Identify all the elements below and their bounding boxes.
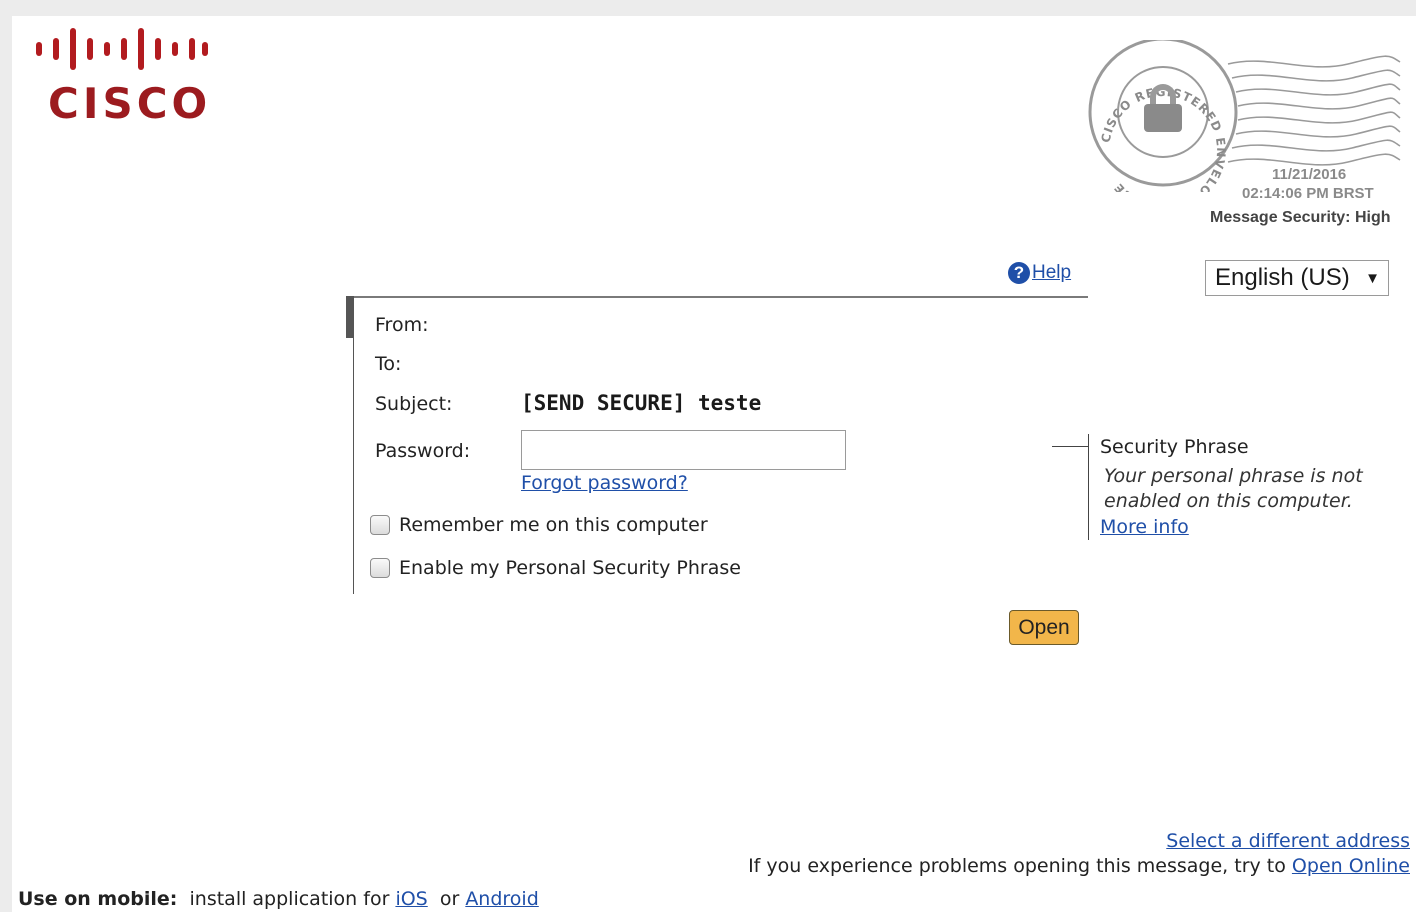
problems-text: If you experience problems opening this … — [748, 855, 1410, 877]
language-select[interactable]: English (US) ▼ — [1205, 260, 1389, 296]
open-online-link[interactable]: Open Online — [1292, 855, 1410, 877]
subject-value: [SEND SECURE] teste — [521, 391, 762, 415]
cisco-logo: CISCO — [34, 28, 214, 130]
remember-me-label: Remember me on this computer — [399, 514, 708, 536]
mobile-label: Use on mobile: — [18, 888, 178, 910]
logo-bar — [155, 38, 161, 60]
mobile-text: install application for — [189, 888, 390, 910]
logo-bar — [53, 38, 59, 60]
subject-label: Subject: — [375, 393, 453, 415]
to-label: To: — [375, 353, 402, 375]
from-label: From: — [375, 314, 429, 336]
logo-bar — [189, 38, 195, 60]
lock-icon — [1144, 84, 1182, 132]
remember-me-checkbox[interactable] — [370, 515, 390, 535]
question-icon[interactable]: ? — [1008, 262, 1030, 284]
logo-bar — [172, 42, 178, 56]
cisco-logo-text: CISCO — [48, 79, 212, 128]
help-label[interactable]: Help — [1032, 262, 1071, 284]
security-phrase-text: Your personal phrase is not enabled on t… — [1104, 465, 1363, 512]
logo-bar — [138, 28, 144, 70]
password-input[interactable] — [521, 430, 846, 470]
registered-envelope-stamp: CISCO REGISTERED ENVELOPE SERVICE — [1088, 40, 1404, 192]
logo-bar — [121, 38, 127, 60]
logo-bar — [202, 42, 208, 56]
open-button[interactable]: Open — [1009, 610, 1079, 645]
more-info-link[interactable]: More info — [1100, 516, 1189, 538]
security-phrase-title: Security Phrase — [1100, 436, 1249, 458]
logo-bar — [104, 42, 110, 56]
password-label: Password: — [375, 440, 471, 462]
message-security-value: High — [1354, 209, 1391, 226]
window-top-border — [0, 0, 1416, 16]
forgot-password-link[interactable]: Forgot password? — [521, 472, 688, 494]
message-security: Message Security: High — [1210, 209, 1391, 227]
select-different-address-link[interactable]: Select a different address — [1166, 830, 1410, 852]
logo-bar — [87, 38, 93, 60]
problems-label: If you experience problems opening this … — [748, 855, 1292, 877]
logo-bar — [70, 28, 76, 70]
form-left-rule — [353, 296, 354, 594]
security-phrase-rule — [1088, 434, 1089, 540]
enable-phrase-label: Enable my Personal Security Phrase — [399, 557, 741, 579]
window-left-border — [0, 0, 12, 912]
form-top-rule — [346, 296, 1088, 298]
message-security-label: Message Security: — [1210, 209, 1351, 226]
mobile-apps: Use on mobile: install application for i… — [18, 888, 539, 910]
stamp-time: 02:14:06 PM BRST — [1242, 185, 1374, 202]
security-phrase-tick — [1052, 446, 1089, 447]
help-link[interactable]: ? Help — [1008, 262, 1071, 284]
cisco-logo-bars — [34, 28, 214, 74]
stamp-date: 11/21/2016 — [1272, 166, 1347, 183]
enable-phrase-checkbox[interactable] — [370, 558, 390, 578]
android-link[interactable]: Android — [465, 888, 538, 910]
language-value: English (US) — [1215, 264, 1350, 291]
logo-bar — [36, 42, 42, 56]
mobile-or: or — [439, 888, 460, 910]
ios-link[interactable]: iOS — [395, 888, 427, 910]
chevron-down-icon: ▼ — [1365, 269, 1380, 287]
